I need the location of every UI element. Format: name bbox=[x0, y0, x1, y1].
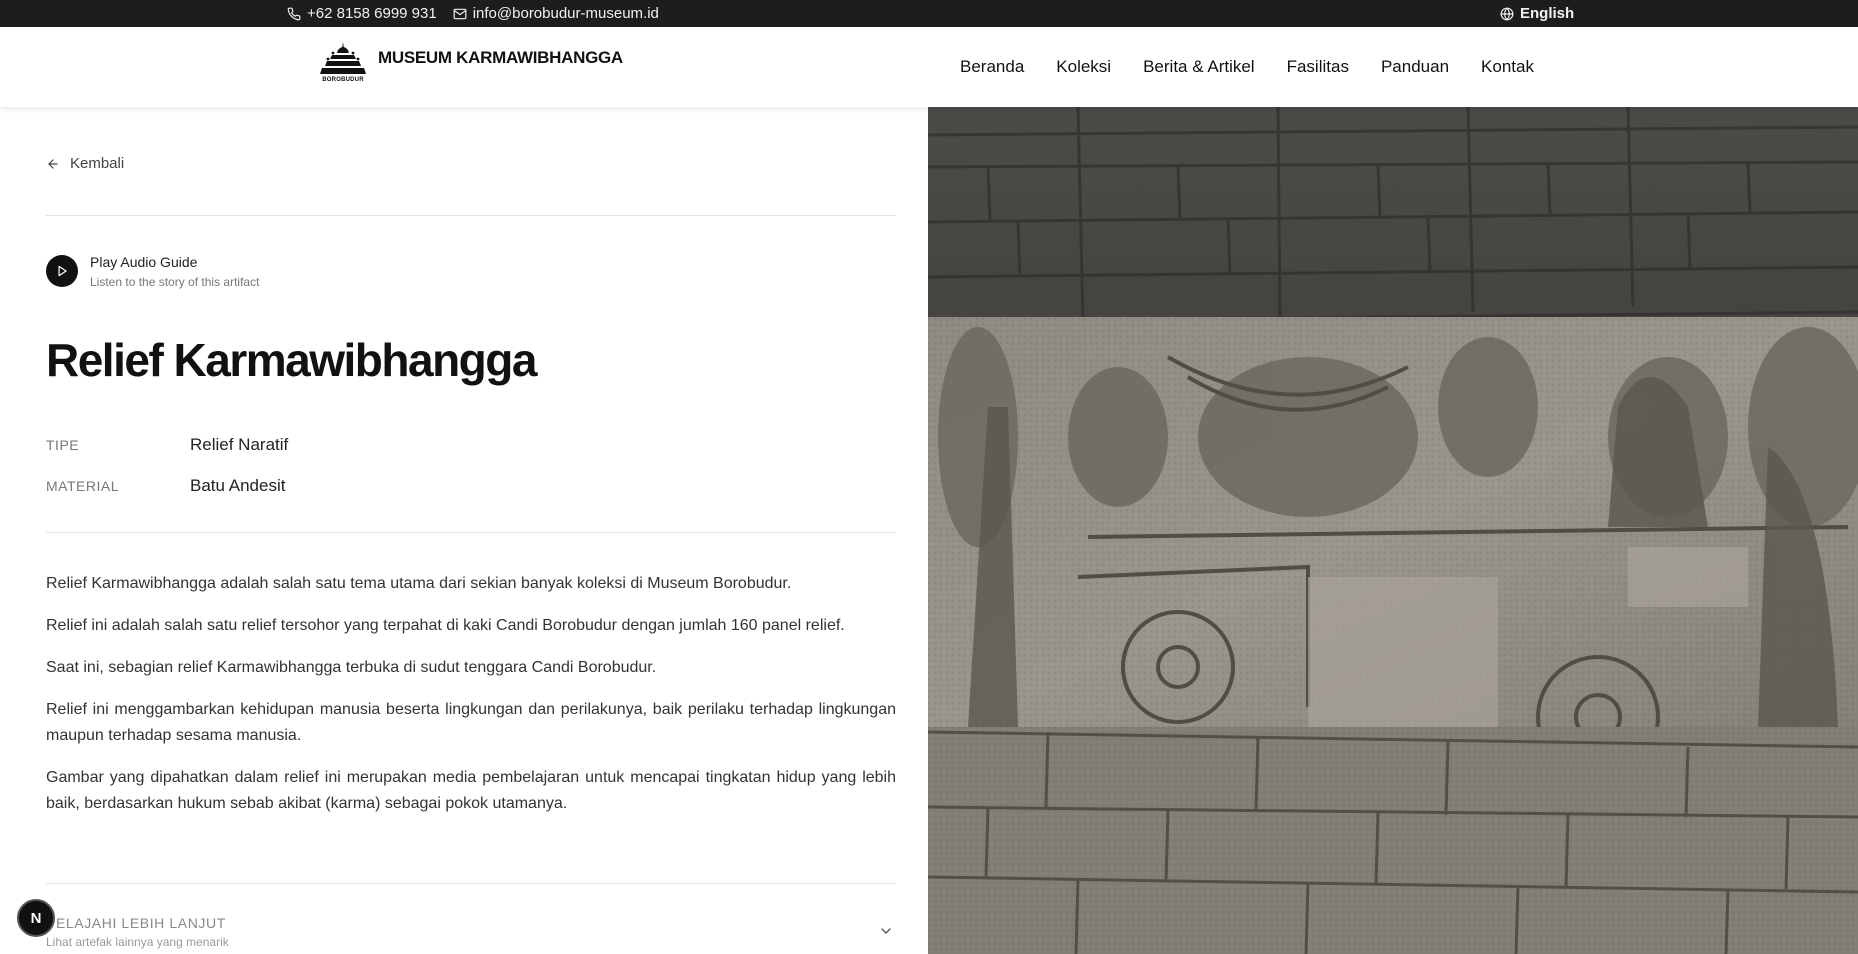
play-audio-button[interactable] bbox=[46, 255, 78, 287]
borobudur-logo: BOROBUDUR bbox=[318, 41, 368, 85]
email-address: info@borobudur-museum.id bbox=[472, 5, 659, 22]
language-label: English bbox=[1520, 5, 1575, 22]
audio-guide[interactable]: Play Audio Guide Listen to the story of … bbox=[46, 253, 259, 289]
explore-title: PELAJAHI LEBIH LANJUT bbox=[46, 915, 226, 931]
arrow-left-icon bbox=[48, 158, 58, 169]
meta-key: MATERIAL bbox=[46, 478, 119, 494]
artifact-description: Relief Karmawibhangga adalah salah satu … bbox=[46, 571, 896, 833]
phone-contact[interactable]: +62 8158 6999 931 bbox=[287, 5, 437, 22]
nav-item-beranda[interactable]: Beranda bbox=[960, 57, 1024, 77]
back-link[interactable]: Kembali bbox=[46, 155, 124, 172]
nav-item-berita-artikel[interactable]: Berita & Artikel bbox=[1143, 57, 1255, 77]
meta-row-type: TIPE Relief Naratif bbox=[46, 435, 896, 455]
logo-text: BOROBUDUR bbox=[322, 77, 364, 83]
temple-icon bbox=[320, 42, 366, 74]
description-paragraph: Gambar yang dipahatkan dalam relief ini … bbox=[46, 769, 896, 812]
divider bbox=[46, 883, 896, 884]
globe-icon bbox=[1500, 7, 1514, 20]
top-contact-bar: +62 8158 6999 931 info@borobudur-museum.… bbox=[0, 0, 1858, 27]
nav-item-fasilitas[interactable]: Fasilitas bbox=[1287, 57, 1349, 77]
meta-value: Batu Andesit bbox=[190, 476, 286, 495]
meta-row-material: MATERIAL Batu Andesit bbox=[46, 476, 896, 496]
meta-key: TIPE bbox=[46, 437, 80, 453]
explore-subtitle: Lihat artefak lainnya yang menarik bbox=[46, 935, 229, 949]
description-paragraph: Saat ini, sebagian relief Karmawibhangga… bbox=[46, 659, 657, 676]
divider bbox=[46, 215, 896, 216]
contact-info: +62 8158 6999 931 info@borobudur-museum.… bbox=[287, 0, 659, 27]
artifact-detail-panel: Kembali Play Audio Guide Listen to the s… bbox=[46, 107, 896, 954]
meta-value: Relief Naratif bbox=[190, 435, 289, 454]
description-paragraph: Relief ini menggambarkan kehidupan manus… bbox=[46, 701, 896, 744]
back-label: Kembali bbox=[70, 155, 125, 172]
description-paragraph: Relief Karmawibhangga adalah salah satu … bbox=[46, 575, 792, 592]
dev-indicator-badge[interactable]: N bbox=[17, 899, 55, 937]
phone-number: +62 8158 6999 931 bbox=[307, 5, 437, 22]
play-icon bbox=[58, 265, 67, 277]
explore-more-toggle[interactable]: PELAJAHI LEBIH LANJUT Lihat artefak lain… bbox=[46, 915, 896, 954]
language-switcher[interactable]: English bbox=[1500, 0, 1574, 27]
divider bbox=[46, 532, 896, 533]
nav-item-koleksi[interactable]: Koleksi bbox=[1056, 57, 1111, 77]
chevron-down-icon bbox=[881, 928, 891, 934]
description-paragraph: Relief ini adalah salah satu relief ters… bbox=[46, 617, 845, 634]
nav-item-panduan[interactable]: Panduan bbox=[1381, 57, 1449, 77]
site-header: BOROBUDUR MUSEUM KARMAWIBHANGGA Beranda … bbox=[0, 27, 1858, 107]
main-nav: Beranda Koleksi Berita & Artikel Fasilit… bbox=[960, 27, 1534, 107]
page-title: Relief Karmawibhangga bbox=[46, 334, 537, 386]
brand-home-link[interactable]: BOROBUDUR MUSEUM KARMAWIBHANGGA bbox=[318, 41, 623, 85]
brand-name: MUSEUM KARMAWIBHANGGA bbox=[378, 48, 623, 67]
audio-text: Play Audio Guide Listen to the story of … bbox=[90, 253, 259, 289]
mail-icon bbox=[453, 8, 467, 19]
nav-item-kontak[interactable]: Kontak bbox=[1481, 57, 1534, 77]
email-contact[interactable]: info@borobudur-museum.id bbox=[453, 5, 659, 22]
relief-photo bbox=[928, 107, 1858, 954]
audio-title: Play Audio Guide bbox=[90, 254, 198, 270]
phone-icon bbox=[287, 7, 301, 20]
audio-subtitle: Listen to the story of this artifact bbox=[90, 275, 260, 289]
relief-image bbox=[928, 107, 1858, 954]
